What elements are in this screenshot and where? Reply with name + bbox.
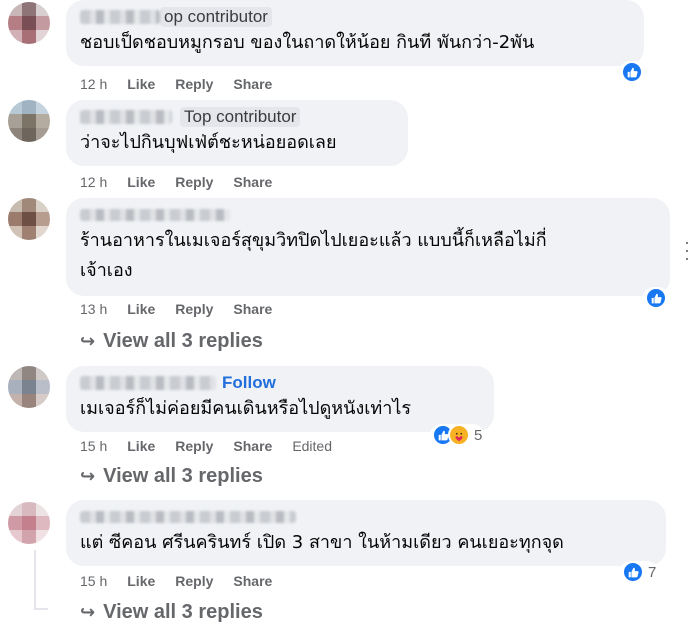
author-name[interactable]	[80, 110, 172, 124]
avatar[interactable]	[8, 198, 50, 240]
share-button[interactable]: Share	[233, 438, 272, 454]
contributor-badge: Top contributor	[180, 107, 301, 127]
like-button[interactable]: Like	[127, 301, 155, 317]
author-row: Top contributor	[80, 106, 394, 128]
timestamp[interactable]: 12 h	[80, 76, 107, 92]
author-name[interactable]	[80, 511, 296, 523]
like-icon	[645, 287, 667, 309]
author-row: Follow	[80, 372, 480, 394]
comment-text: ชอบเป็ดชอบหมูกรอบ ของในถาดให้น้อย กินที …	[80, 32, 535, 53]
more-options-icon[interactable]: · · ·	[684, 233, 700, 267]
follow-button[interactable]: Follow	[222, 373, 276, 393]
share-button[interactable]: Share	[233, 301, 272, 317]
like-button[interactable]: Like	[127, 573, 155, 589]
reaction-count: 7	[648, 563, 657, 581]
contributor-badge: op contributor	[160, 7, 272, 27]
timestamp[interactable]: 15 h	[80, 573, 107, 589]
reply-button[interactable]: Reply	[175, 76, 213, 92]
share-button[interactable]: Share	[233, 174, 272, 190]
like-button[interactable]: Like	[127, 76, 155, 92]
reply-button[interactable]: Reply	[175, 301, 213, 317]
comment-bubble: op contributor ชอบเป็ดชอบหมูกรอบ ของในถา…	[66, 0, 644, 66]
author-name[interactable]	[80, 209, 230, 221]
comment-bubble: ร้านอาหารในเมเจอร์สุขุมวิทปิดไปเยอะแล้ว …	[66, 198, 670, 296]
reply-arrow-icon: ↪	[80, 330, 96, 351]
comment-bubble: แต่ ซีคอน ศรีนครินทร์ เปิด 3 สาขา ในห้าม…	[66, 500, 666, 566]
avatar[interactable]	[8, 2, 50, 44]
comment-text: แต่ ซีคอน ศรีนครินทร์ เปิด 3 สาขา ในห้าม…	[80, 532, 564, 553]
like-icon	[622, 561, 644, 583]
comment-actions: 15 h Like Reply Share	[80, 571, 292, 591]
edited-label[interactable]: Edited	[292, 438, 332, 454]
reaction-summary[interactable]	[643, 287, 669, 309]
reply-button[interactable]: Reply	[175, 438, 213, 454]
share-button[interactable]: Share	[233, 76, 272, 92]
reaction-summary[interactable]: 5	[430, 424, 485, 446]
author-row	[80, 506, 652, 528]
like-button[interactable]: Like	[127, 438, 155, 454]
timestamp[interactable]: 12 h	[80, 174, 107, 190]
reply-arrow-icon: ↪	[80, 601, 96, 622]
care-icon	[448, 424, 470, 446]
author-name[interactable]	[80, 376, 216, 390]
view-replies-link[interactable]: ↪ View all 3 replies	[80, 328, 263, 354]
thread-line	[34, 550, 36, 610]
author-row: op contributor	[80, 6, 630, 28]
comment-bubble: Top contributor ว่าจะไปกินบุฟเฟ่ต์ชะหน่อ…	[66, 100, 408, 166]
comment-text: ว่าจะไปกินบุฟเฟ่ต์ชะหน่อยอดเลย	[80, 132, 337, 153]
thread-line	[34, 608, 48, 610]
view-replies-link[interactable]: ↪ View all 3 replies	[80, 463, 263, 489]
comment-text: ร้านอาหารในเมเจอร์สุขุมวิทปิดไปเยอะแล้ว …	[80, 230, 547, 281]
reaction-summary[interactable]: 7	[620, 561, 659, 583]
timestamp[interactable]: 13 h	[80, 301, 107, 317]
reaction-summary[interactable]	[619, 61, 645, 83]
avatar[interactable]	[8, 502, 50, 544]
reply-button[interactable]: Reply	[175, 573, 213, 589]
view-replies-link[interactable]: ↪ View all 3 replies	[80, 599, 263, 625]
author-name[interactable]	[80, 10, 160, 24]
reaction-count: 5	[474, 426, 483, 444]
like-button[interactable]: Like	[127, 174, 155, 190]
reply-arrow-icon: ↪	[80, 465, 96, 486]
like-icon	[621, 61, 643, 83]
timestamp[interactable]: 15 h	[80, 438, 107, 454]
comment-actions: 13 h Like Reply Share	[80, 299, 292, 319]
comment-actions: 12 h Like Reply Share	[80, 172, 292, 192]
avatar[interactable]	[8, 366, 50, 408]
comment-bubble: Follow เมเจอร์ก็ไม่ค่อยมีคนเดินหรือไปดูห…	[66, 366, 494, 432]
avatar[interactable]	[8, 100, 50, 142]
comment-actions: 12 h Like Reply Share	[80, 74, 292, 94]
comment-actions: 15 h Like Reply Share Edited	[80, 436, 352, 456]
author-row	[80, 204, 656, 226]
share-button[interactable]: Share	[233, 573, 272, 589]
reply-button[interactable]: Reply	[175, 174, 213, 190]
comment-text: เมเจอร์ก็ไม่ค่อยมีคนเดินหรือไปดูหนังเท่า…	[80, 398, 412, 419]
